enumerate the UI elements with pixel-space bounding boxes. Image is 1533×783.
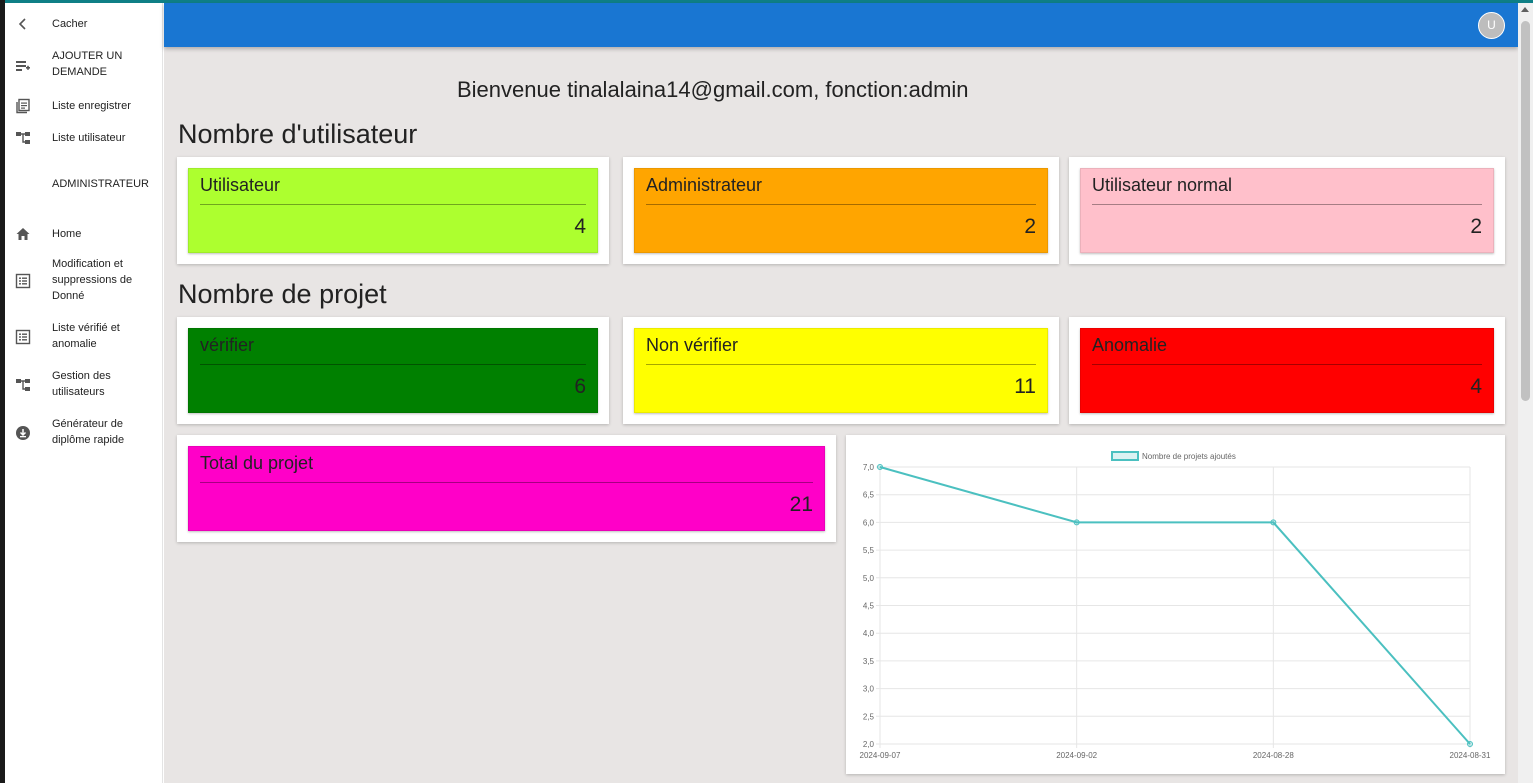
sidebar-item-label: Liste vérifié et anomalie bbox=[52, 322, 120, 350]
data-point bbox=[1270, 519, 1277, 526]
stat-card-not-verified: Non vérifier 11 bbox=[623, 317, 1059, 424]
sidebar-item-label: Liste utilisateur bbox=[52, 132, 126, 144]
stat-tile: vérifier 6 bbox=[188, 328, 598, 413]
library-books-icon bbox=[15, 98, 31, 114]
stat-title: Utilisateur bbox=[200, 175, 281, 195]
projects-section-title: Nombre de projet bbox=[178, 279, 387, 309]
stat-card-admins: Administrateur 2 bbox=[623, 157, 1059, 264]
data-point bbox=[877, 464, 883, 470]
stat-title: Anomalie bbox=[1092, 335, 1168, 355]
account-tree-icon bbox=[15, 377, 31, 393]
y-tick-label: 5,0 bbox=[863, 574, 875, 583]
download-circle-icon bbox=[15, 425, 31, 441]
sidebar-item-label: Générateur de diplôme rapide bbox=[52, 418, 125, 446]
sidebar-item-label: AJOUTER UN DEMANDE bbox=[52, 50, 123, 78]
legend-swatch bbox=[1111, 451, 1139, 461]
stat-card-verified: vérifier 6 bbox=[177, 317, 609, 424]
data-point bbox=[1467, 741, 1473, 747]
sidebar-item-diploma-generator[interactable]: Générateur de diplôme rapide bbox=[5, 416, 163, 450]
stat-card-users: Utilisateur 4 bbox=[177, 157, 609, 264]
stat-tile: Utilisateur normal 2 bbox=[1080, 168, 1494, 253]
chevron-left-icon bbox=[15, 16, 31, 32]
list-alt-icon bbox=[15, 329, 31, 345]
stat-tile: Utilisateur 4 bbox=[188, 168, 598, 253]
stat-divider bbox=[200, 482, 813, 483]
users-section-title: Nombre d'utilisateur bbox=[178, 119, 418, 149]
sidebar-section-heading: ADMINISTRATEUR bbox=[52, 178, 149, 190]
x-tick-label: 2024-09-02 bbox=[1056, 751, 1097, 760]
x-tick-label: 2024-09-07 bbox=[860, 751, 901, 760]
projects-line-chart: 7,0 6,5 6,0 5,5 5,0 4,5 4,0 3,5 3,0 2,5 2,0 2024-09… bbox=[860, 451, 1491, 760]
stat-tile: Total du projet 21 bbox=[188, 446, 825, 531]
stat-title: Utilisateur normal bbox=[1092, 175, 1233, 195]
stat-value: 11 bbox=[1014, 375, 1036, 398]
stat-card-anomaly: Anomalie 4 bbox=[1069, 317, 1505, 424]
stat-value: 6 bbox=[574, 375, 586, 398]
stat-value: 2 bbox=[1024, 215, 1036, 238]
stat-title: Administrateur bbox=[646, 175, 763, 195]
stat-title: Total du projet bbox=[200, 453, 314, 473]
list-alt-icon bbox=[15, 273, 31, 289]
sidebar-item-label: Liste enregistrer bbox=[52, 100, 131, 112]
sidebar-hide-button[interactable]: Cacher bbox=[5, 14, 163, 34]
scroll-up-arrow-icon[interactable] bbox=[1521, 7, 1529, 12]
sidebar-item-user-list[interactable]: Liste utilisateur bbox=[5, 128, 163, 148]
legend-label: Nombre de projets ajoutés bbox=[1142, 452, 1236, 461]
stat-divider bbox=[200, 364, 586, 365]
account-tree-icon bbox=[15, 130, 31, 146]
stat-card-total-projects: Total du projet 21 bbox=[177, 435, 836, 542]
stat-tile: Non vérifier 11 bbox=[634, 328, 1048, 413]
sidebar: Cacher AJOUTER UN DEMANDE Liste enregist… bbox=[5, 3, 163, 783]
stat-card-normal-users: Utilisateur normal 2 bbox=[1069, 157, 1505, 264]
sidebar-item-add-request[interactable]: AJOUTER UN DEMANDE bbox=[5, 48, 163, 82]
sidebar-item-label: Modification et suppressions de Donné bbox=[52, 258, 133, 302]
sidebar-item-verified-anomaly-list[interactable]: Liste vérifié et anomalie bbox=[5, 320, 163, 354]
stat-value: 2 bbox=[1470, 215, 1482, 238]
main-content: U Bienvenue tinalalaina14@gmail.com, fon… bbox=[164, 3, 1518, 783]
welcome-message: Bienvenue tinalalaina14@gmail.com, fonct… bbox=[457, 77, 969, 102]
data-point bbox=[1073, 519, 1080, 526]
stat-value: 4 bbox=[574, 215, 586, 238]
sidebar-item-edit-delete-data[interactable]: Modification et suppressions de Donné bbox=[5, 256, 163, 306]
stat-value: 4 bbox=[1470, 375, 1482, 398]
sidebar-item-user-management[interactable]: Gestion des utilisateurs bbox=[5, 368, 163, 402]
y-tick-label: 6,0 bbox=[863, 518, 875, 527]
y-tick-label: 4,5 bbox=[863, 602, 875, 611]
stat-value: 21 bbox=[789, 493, 813, 516]
projects-chart-card: 7,0 6,5 6,0 5,5 5,0 4,5 4,0 3,5 3,0 2,5 2,0 2024-09… bbox=[846, 435, 1505, 774]
y-tick-label: 7,0 bbox=[863, 463, 875, 472]
stat-title: vérifier bbox=[200, 335, 255, 355]
y-tick-label: 2,0 bbox=[863, 740, 875, 749]
sidebar-hide-label: Cacher bbox=[52, 18, 88, 30]
add-queue-icon bbox=[15, 58, 31, 74]
home-icon bbox=[15, 226, 31, 242]
y-tick-label: 4,0 bbox=[863, 629, 875, 638]
y-tick-label: 2,5 bbox=[863, 712, 875, 721]
y-tick-label: 6,5 bbox=[863, 491, 875, 500]
page-scrollbar[interactable] bbox=[1518, 3, 1533, 783]
stat-divider bbox=[200, 204, 586, 205]
stat-tile: Administrateur 2 bbox=[634, 168, 1048, 253]
sidebar-item-label: Gestion des utilisateurs bbox=[52, 370, 111, 398]
sidebar-item-home[interactable]: Home bbox=[5, 224, 163, 244]
stat-divider bbox=[1092, 204, 1482, 205]
sidebar-item-label: Home bbox=[52, 228, 82, 240]
stat-tile: Anomalie 4 bbox=[1080, 328, 1494, 413]
stat-title: Non vérifier bbox=[646, 335, 739, 355]
scrollbar-thumb[interactable] bbox=[1521, 21, 1530, 401]
app-bar: U bbox=[164, 3, 1518, 47]
y-tick-label: 5,5 bbox=[863, 546, 875, 555]
stat-divider bbox=[1092, 364, 1482, 365]
sidebar-item-saved-list[interactable]: Liste enregistrer bbox=[5, 96, 163, 116]
y-tick-label: 3,0 bbox=[863, 685, 875, 694]
y-tick-label: 3,5 bbox=[863, 657, 875, 666]
x-tick-label: 2024-08-28 bbox=[1253, 751, 1294, 760]
stat-divider bbox=[646, 364, 1036, 365]
stat-divider bbox=[646, 204, 1036, 205]
x-tick-label: 2024-08-31 bbox=[1450, 751, 1491, 760]
user-avatar[interactable]: U bbox=[1478, 12, 1505, 39]
